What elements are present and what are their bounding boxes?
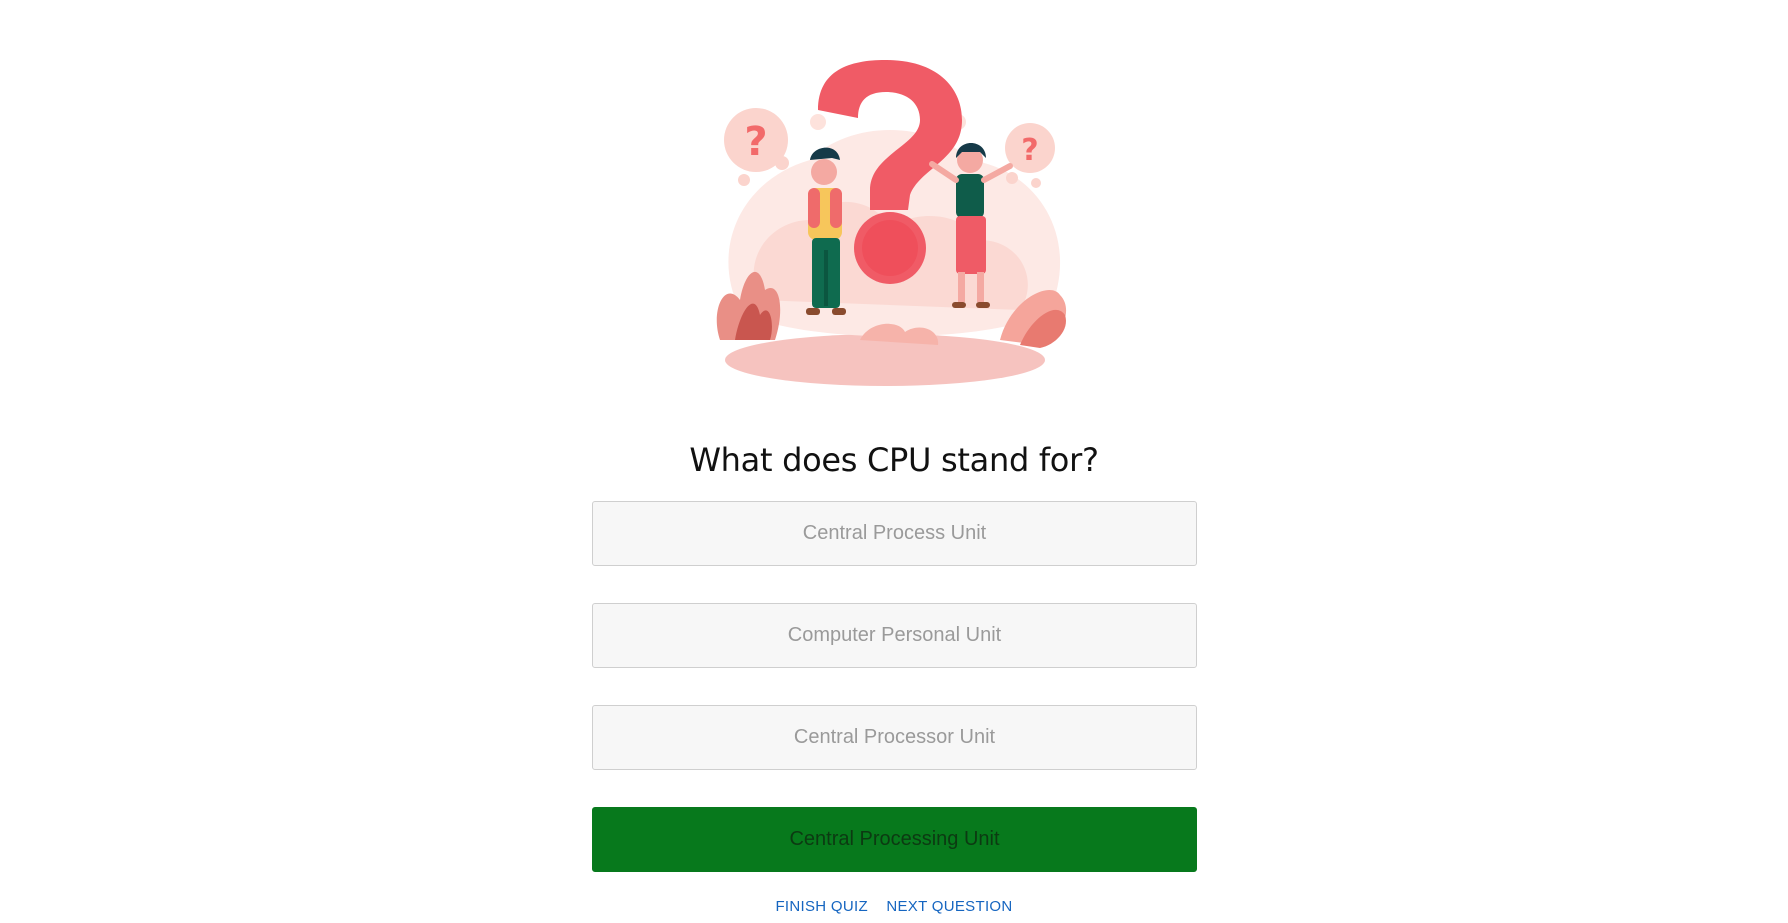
next-question-button[interactable]: NEXT QUESTION (886, 898, 1012, 915)
quiz-actions: FINISH QUIZ NEXT QUESTION (0, 898, 1788, 916)
quiz-card: ? ? What does CPU stand for? Central Pro… (0, 0, 1788, 923)
answer-option-3[interactable]: Central Processor Unit (592, 705, 1197, 770)
svg-text:?: ? (744, 119, 767, 165)
question-text: What does CPU stand for? (689, 441, 1099, 479)
answer-option-1[interactable]: Central Process Unit (592, 501, 1197, 566)
answer-option-2[interactable]: Computer Personal Unit (592, 603, 1197, 668)
question-mark-illustration: ? ? (716, 60, 1067, 386)
finish-quiz-button[interactable]: FINISH QUIZ (775, 898, 867, 915)
svg-text:?: ? (1021, 133, 1038, 168)
answer-option-4-correct[interactable]: Central Processing Unit (592, 807, 1197, 872)
